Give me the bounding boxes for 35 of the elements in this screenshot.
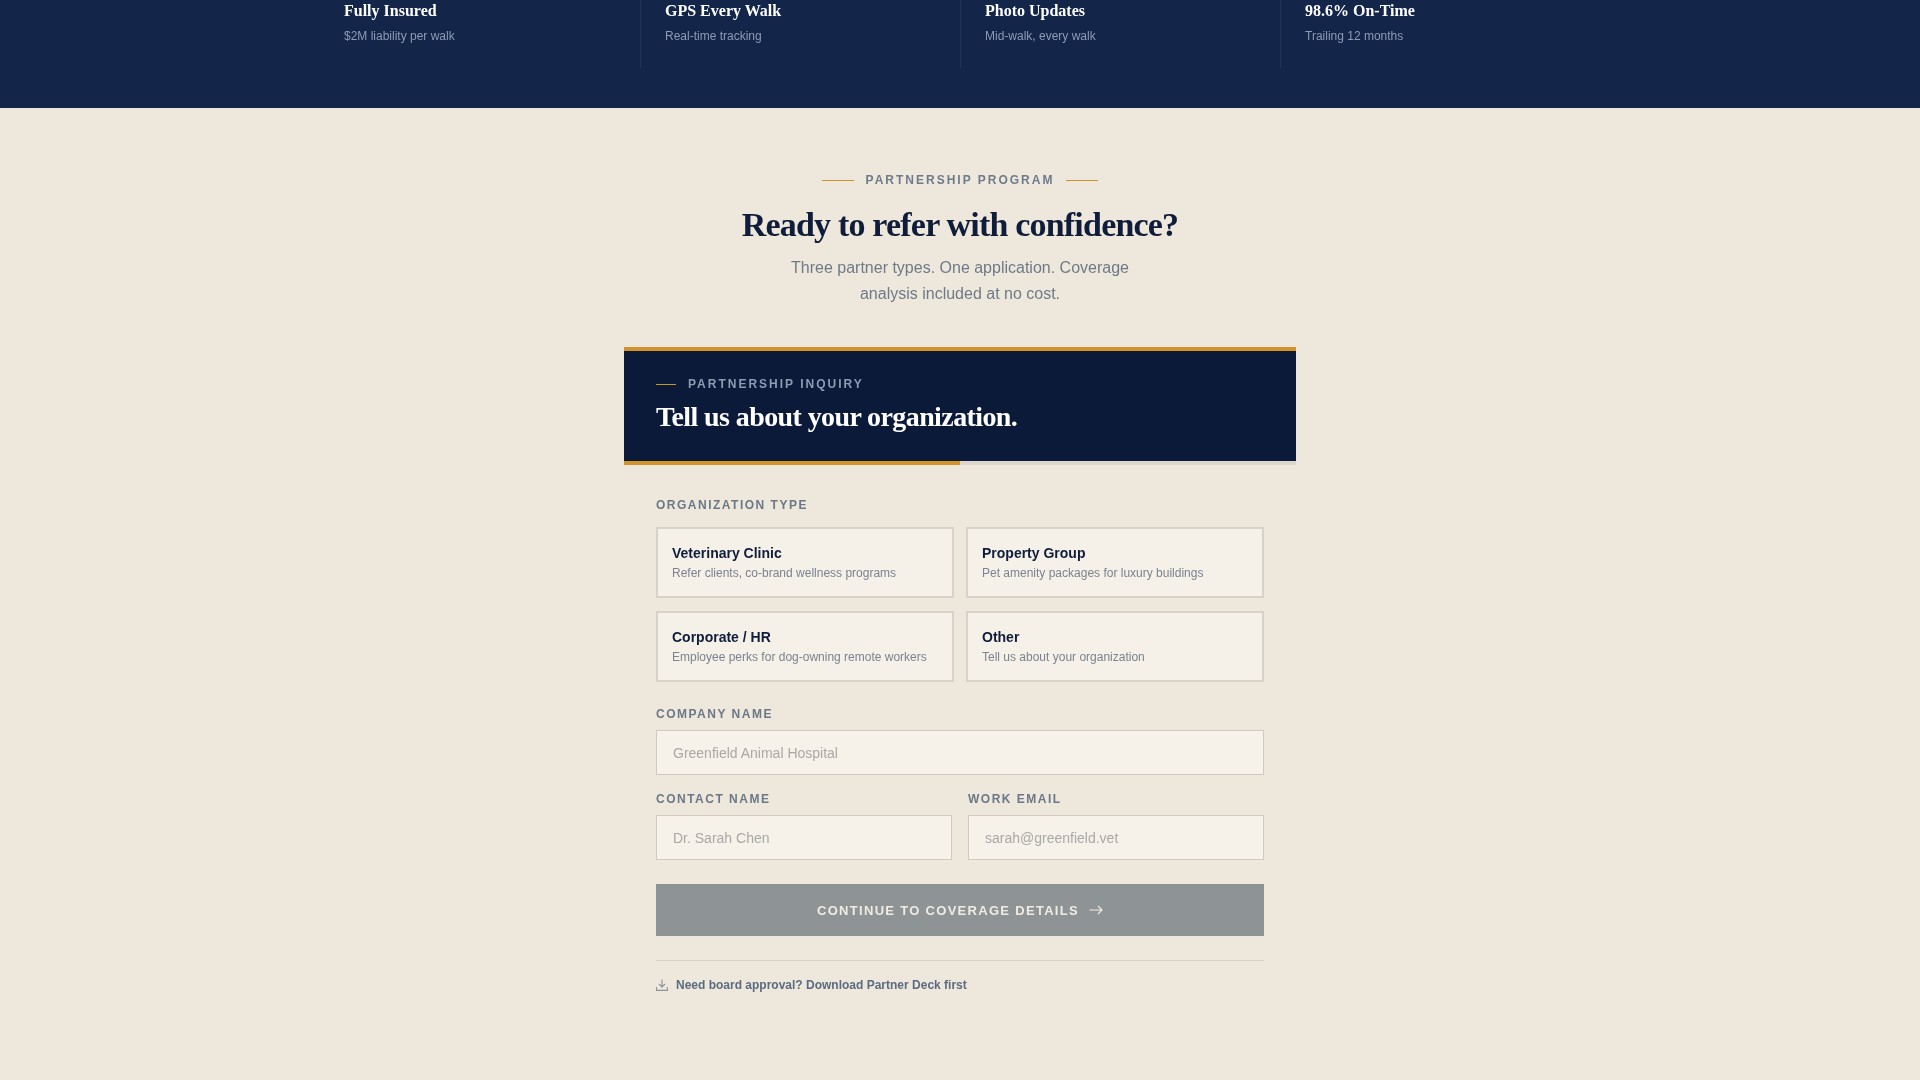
feature-subtitle: Trailing 12 months [1305, 28, 1404, 44]
field-label: COMPANY NAME [656, 706, 773, 722]
input-field[interactable]: sarah@greenfield.vet [968, 815, 1264, 860]
form-title: Tell us about your organization. [656, 400, 1019, 434]
option-title: Veterinary Clinic [672, 544, 782, 563]
feature-subtitle: Real-time tracking [665, 28, 762, 44]
option-description: Employee perks for dog-owning remote workers [672, 649, 927, 666]
feature-title: Photo Updates [985, 1, 1085, 21]
option-title: Corporate / HR [672, 628, 771, 647]
org-type-option[interactable]: Corporate / HR Employee perks for dog-owning remote workers [656, 611, 954, 682]
org-type-option[interactable]: Other Tell us about your organization [966, 611, 1264, 682]
field-label: WORK EMAIL [968, 791, 1062, 807]
input-field[interactable]: Dr. Sarah Chen [656, 815, 952, 860]
download-icon [656, 979, 668, 991]
section-eyebrow: PARTNERSHIP PROGRAM [865, 172, 1055, 188]
section-heading: Ready to refer with confidence? [741, 205, 1179, 245]
form-eyebrow: PARTNERSHIP INQUIRY [688, 376, 864, 392]
download-link[interactable]: Need board approval? Download Partner Deck first [656, 977, 967, 993]
field-label: CONTACT NAME [656, 791, 771, 807]
field-label: ORGANIZATION TYPE [656, 497, 808, 513]
option-description: Pet amenity packages for luxury buildings [982, 565, 1204, 582]
option-title: Other [982, 628, 1020, 647]
section-subheading: Three partner types. One application. Coverage analysis included at no cost. [790, 258, 1130, 304]
input-field[interactable]: Greenfield Animal Hospital [656, 730, 1264, 775]
option-description: Tell us about your organization [982, 649, 1145, 666]
feature-subtitle: Mid-walk, every walk [985, 28, 1096, 44]
org-type-option[interactable]: Property Group Pet amenity packages for luxury buildings [966, 527, 1264, 598]
option-title: Property Group [982, 544, 1086, 563]
org-type-option[interactable]: Veterinary Clinic Refer clients, co-brand wellness programs [656, 527, 954, 598]
feature-title: GPS Every Walk [665, 1, 782, 21]
feature-title: 98.6% On-Time [1305, 1, 1415, 21]
option-description: Refer clients, co-brand wellness programs [672, 565, 897, 582]
arrow-right-icon [1089, 905, 1103, 915]
feature-title: Fully Insured [344, 1, 437, 21]
feature-subtitle: $2M liability per walk [344, 28, 455, 44]
